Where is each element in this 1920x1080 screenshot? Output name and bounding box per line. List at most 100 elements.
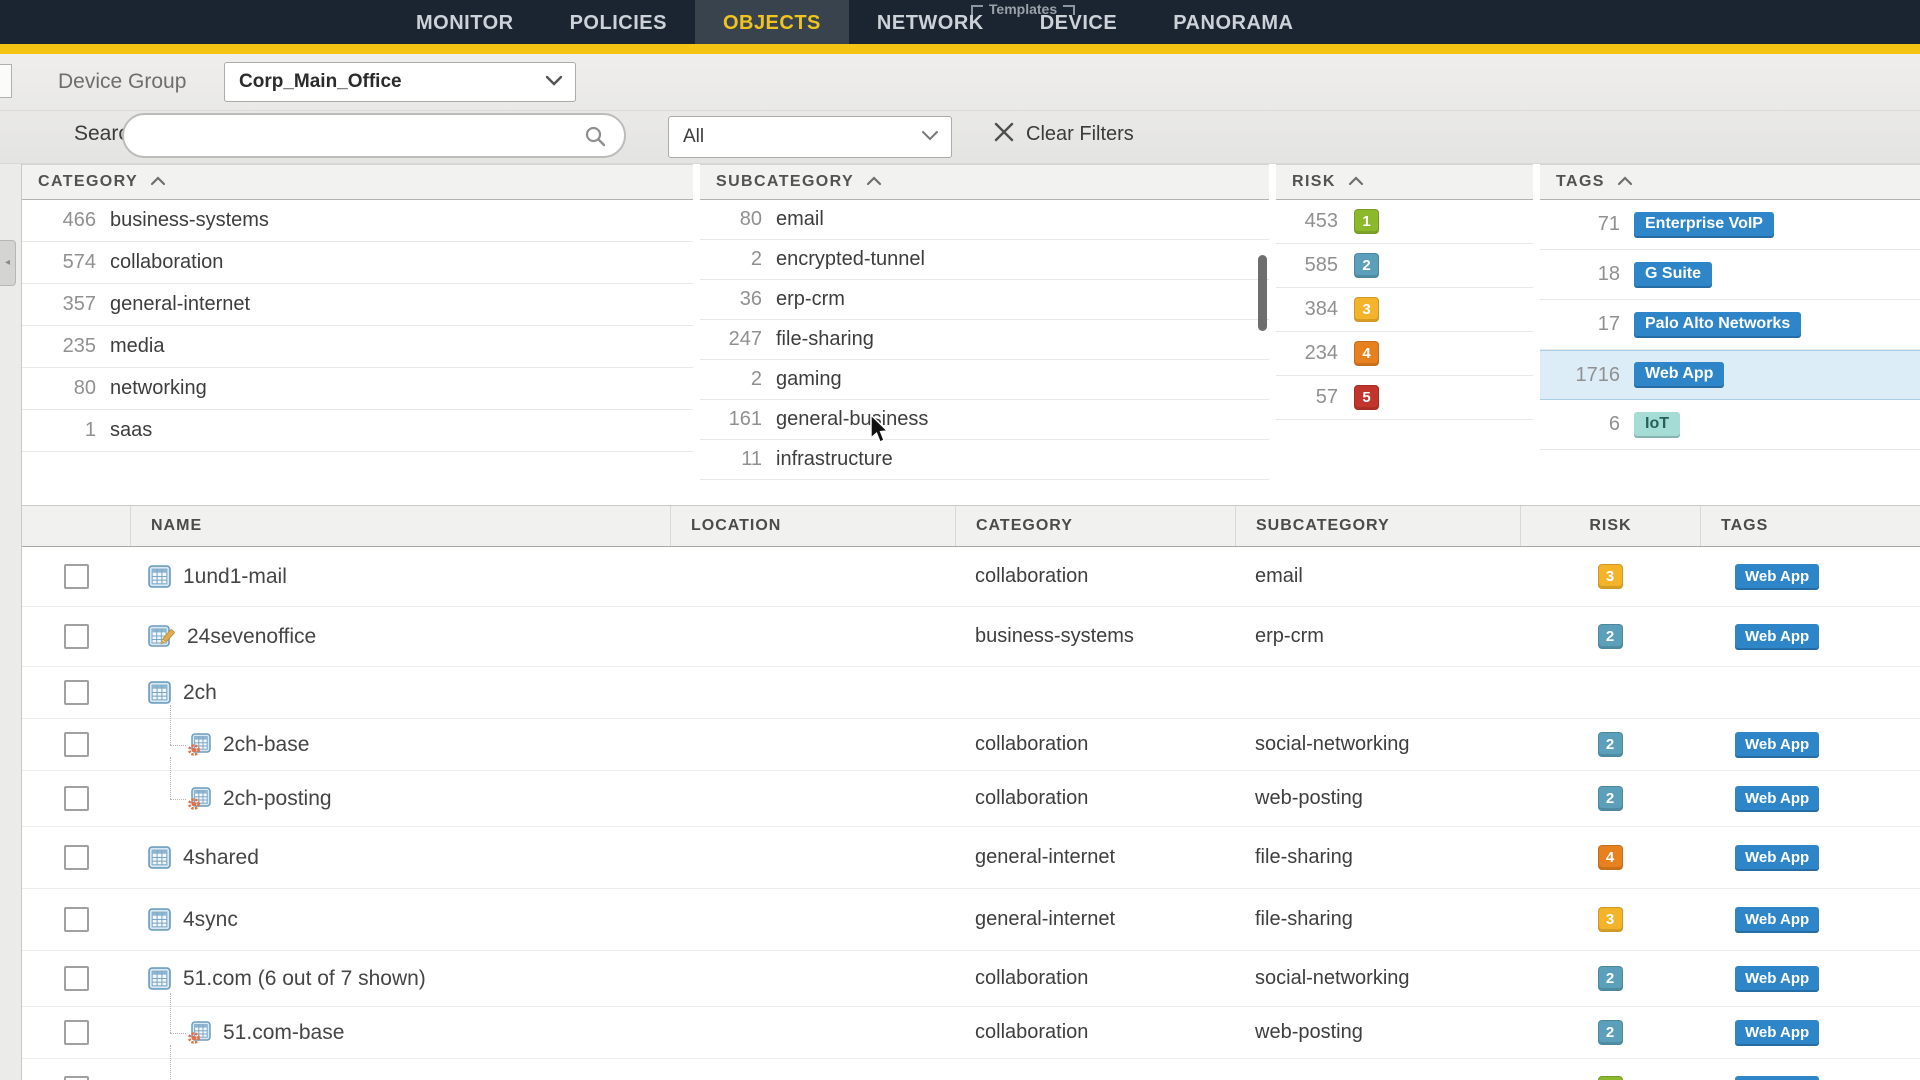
filter-row-risk[interactable]: 4531 — [1276, 200, 1533, 244]
risk-filter-header[interactable]: RISK — [1276, 164, 1533, 200]
table-row[interactable]: 51.com (6 out of 7 shown)collaborationso… — [22, 951, 1920, 1007]
app-name-link[interactable]: 1und1-mail — [183, 565, 287, 589]
table-row[interactable]: 24sevenofficebusiness-systemserp-crm2Web… — [22, 607, 1920, 667]
filter-row-tag[interactable]: 17Palo Alto Networks — [1540, 300, 1920, 350]
filter-row-risk[interactable]: 3843 — [1276, 288, 1533, 332]
templates-bracket-left — [971, 5, 983, 15]
filter-count: 1716 — [1540, 364, 1620, 387]
filter-label: general-business — [776, 408, 928, 431]
filter-row-category[interactable]: 466business-systems — [22, 200, 693, 242]
risk-filter-panel: RISK 4531585238432344575 — [1276, 164, 1533, 420]
filter-row-category[interactable]: 574collaboration — [22, 242, 693, 284]
tag-pill[interactable]: Web App — [1735, 732, 1819, 758]
search-input[interactable] — [144, 119, 564, 152]
app-name-link[interactable]: 4sync — [183, 908, 238, 932]
row-checkbox[interactable] — [64, 624, 89, 649]
filter-row-category[interactable]: 1saas — [22, 410, 693, 452]
column-header-name[interactable]: NAME — [130, 506, 670, 546]
filter-row-category[interactable]: 235media — [22, 326, 693, 368]
nav-tab-policies[interactable]: POLICIES — [542, 0, 695, 44]
row-checkbox[interactable] — [64, 564, 89, 589]
row-checkbox[interactable] — [64, 966, 89, 991]
filter-row-subcategory[interactable]: 2encrypted-tunnel — [700, 240, 1269, 280]
app-name-link[interactable]: 24sevenoffice — [187, 625, 316, 649]
table-row[interactable]: 4syncgeneral-internetfile-sharing3Web Ap… — [22, 889, 1920, 951]
tag-pill: Palo Alto Networks — [1634, 312, 1801, 338]
filter-row-tag[interactable]: 18G Suite — [1540, 250, 1920, 300]
subcategory-filter-header[interactable]: SUBCATEGORY — [700, 164, 1269, 200]
device-group-select[interactable]: Corp_Main_Office — [224, 62, 576, 102]
row-checkbox[interactable] — [64, 845, 89, 870]
risk-badge: 3 — [1598, 564, 1623, 589]
filter-row-subcategory[interactable]: 80email — [700, 200, 1269, 240]
nav-tab-monitor[interactable]: MONITOR — [388, 0, 542, 44]
filter-row-risk[interactable]: 2344 — [1276, 332, 1533, 376]
filter-row-risk[interactable]: 5852 — [1276, 244, 1533, 288]
row-checkbox[interactable] — [64, 680, 89, 705]
tag-pill[interactable]: Web App — [1735, 845, 1819, 871]
filter-row-category[interactable]: 80networking — [22, 368, 693, 410]
filter-label: business-systems — [110, 209, 269, 232]
filter-row-risk[interactable]: 575 — [1276, 376, 1533, 420]
tag-pill[interactable]: Web App — [1735, 1020, 1819, 1046]
row-checkbox[interactable] — [64, 907, 89, 932]
table-row[interactable]: 51.com-basecollaborationweb-posting2Web … — [22, 1007, 1920, 1059]
table-row[interactable]: 1und1-mailcollaborationemail3Web App — [22, 547, 1920, 607]
row-checkbox[interactable] — [64, 1076, 89, 1080]
filter-count: 247 — [700, 328, 762, 351]
table-row[interactable]: 2ch-postingcollaborationweb-posting2Web … — [22, 771, 1920, 827]
app-name-link[interactable]: 2ch-posting — [223, 787, 332, 811]
column-header-risk[interactable]: RISK — [1520, 506, 1700, 546]
column-header-location[interactable]: LOCATION — [670, 506, 955, 546]
row-checkbox[interactable] — [64, 786, 89, 811]
clear-filters-button[interactable]: Clear Filters — [994, 122, 1134, 147]
table-row[interactable]: 2ch-basecollaborationsocial-networking2W… — [22, 719, 1920, 771]
app-name-link[interactable]: 2ch-base — [223, 733, 309, 757]
filter-label: collaboration — [110, 251, 223, 274]
type-filter-select[interactable]: All — [668, 116, 952, 158]
subcategory-filter-panel: SUBCATEGORY 80email2encrypted-tunnel36er… — [700, 164, 1269, 480]
filter-label: encrypted-tunnel — [776, 248, 925, 271]
filter-row-category[interactable]: 357general-internet — [22, 284, 693, 326]
filter-row-tag[interactable]: 6IoT — [1540, 400, 1920, 450]
app-name-link[interactable]: 51.com-base — [223, 1021, 344, 1045]
tag-pill[interactable]: Web App — [1735, 966, 1819, 992]
tag-pill[interactable]: Web App — [1735, 1076, 1819, 1080]
filter-row-subcategory[interactable]: 36erp-crm — [700, 280, 1269, 320]
table-row[interactable]: 1Web App — [22, 1059, 1920, 1080]
filter-row-tag[interactable]: 71Enterprise VoIP — [1540, 200, 1920, 250]
search-icon[interactable] — [584, 125, 608, 154]
column-header-category[interactable]: CATEGORY — [955, 506, 1235, 546]
tree-connector — [170, 993, 171, 1033]
tag-pill[interactable]: Web App — [1735, 624, 1819, 650]
column-header-subcategory[interactable]: SUBCATEGORY — [1235, 506, 1520, 546]
filter-row-subcategory[interactable]: 161general-business — [700, 400, 1269, 440]
tags-filter-header[interactable]: TAGS — [1540, 164, 1920, 200]
nav-tab-panorama[interactable]: PANORAMA — [1145, 0, 1321, 44]
app-name-link[interactable]: 51.com (6 out of 7 shown) — [183, 967, 426, 991]
tag-pill[interactable]: Web App — [1735, 786, 1819, 812]
category-filter-header[interactable]: CATEGORY — [22, 164, 693, 200]
filter-row-subcategory[interactable]: 247file-sharing — [700, 320, 1269, 360]
category-value: collaboration — [975, 565, 1088, 588]
table-row[interactable]: 4sharedgeneral-internetfile-sharing4Web … — [22, 827, 1920, 889]
app-name-link[interactable]: 2ch — [183, 681, 217, 705]
table-row[interactable]: 2ch — [22, 667, 1920, 719]
filter-row-subcategory[interactable]: 2gaming — [700, 360, 1269, 400]
filter-count: 453 — [1276, 210, 1338, 233]
filter-row-subcategory[interactable]: 11infrastructure — [700, 440, 1269, 480]
tag-pill: Web App — [1634, 362, 1724, 388]
row-checkbox[interactable] — [64, 732, 89, 757]
tag-pill[interactable]: Web App — [1735, 907, 1819, 933]
tag-pill[interactable]: Web App — [1735, 564, 1819, 590]
device-group-label: Device Group — [58, 70, 186, 94]
filter-row-tag[interactable]: 1716 Web App — [1540, 350, 1920, 400]
panel-collapse-handle[interactable]: ◂ — [0, 240, 16, 286]
sort-ascending-icon — [150, 173, 166, 191]
row-checkbox[interactable] — [64, 1020, 89, 1045]
column-header-tags[interactable]: TAGS — [1700, 506, 1920, 546]
app-name-link[interactable]: 4shared — [183, 846, 259, 870]
tags-filter-panel: TAGS 71Enterprise VoIP18G Suite17Palo Al… — [1540, 164, 1920, 450]
nav-tab-objects[interactable]: OBJECTS — [695, 0, 849, 44]
scrollbar-thumb[interactable] — [1258, 255, 1267, 331]
